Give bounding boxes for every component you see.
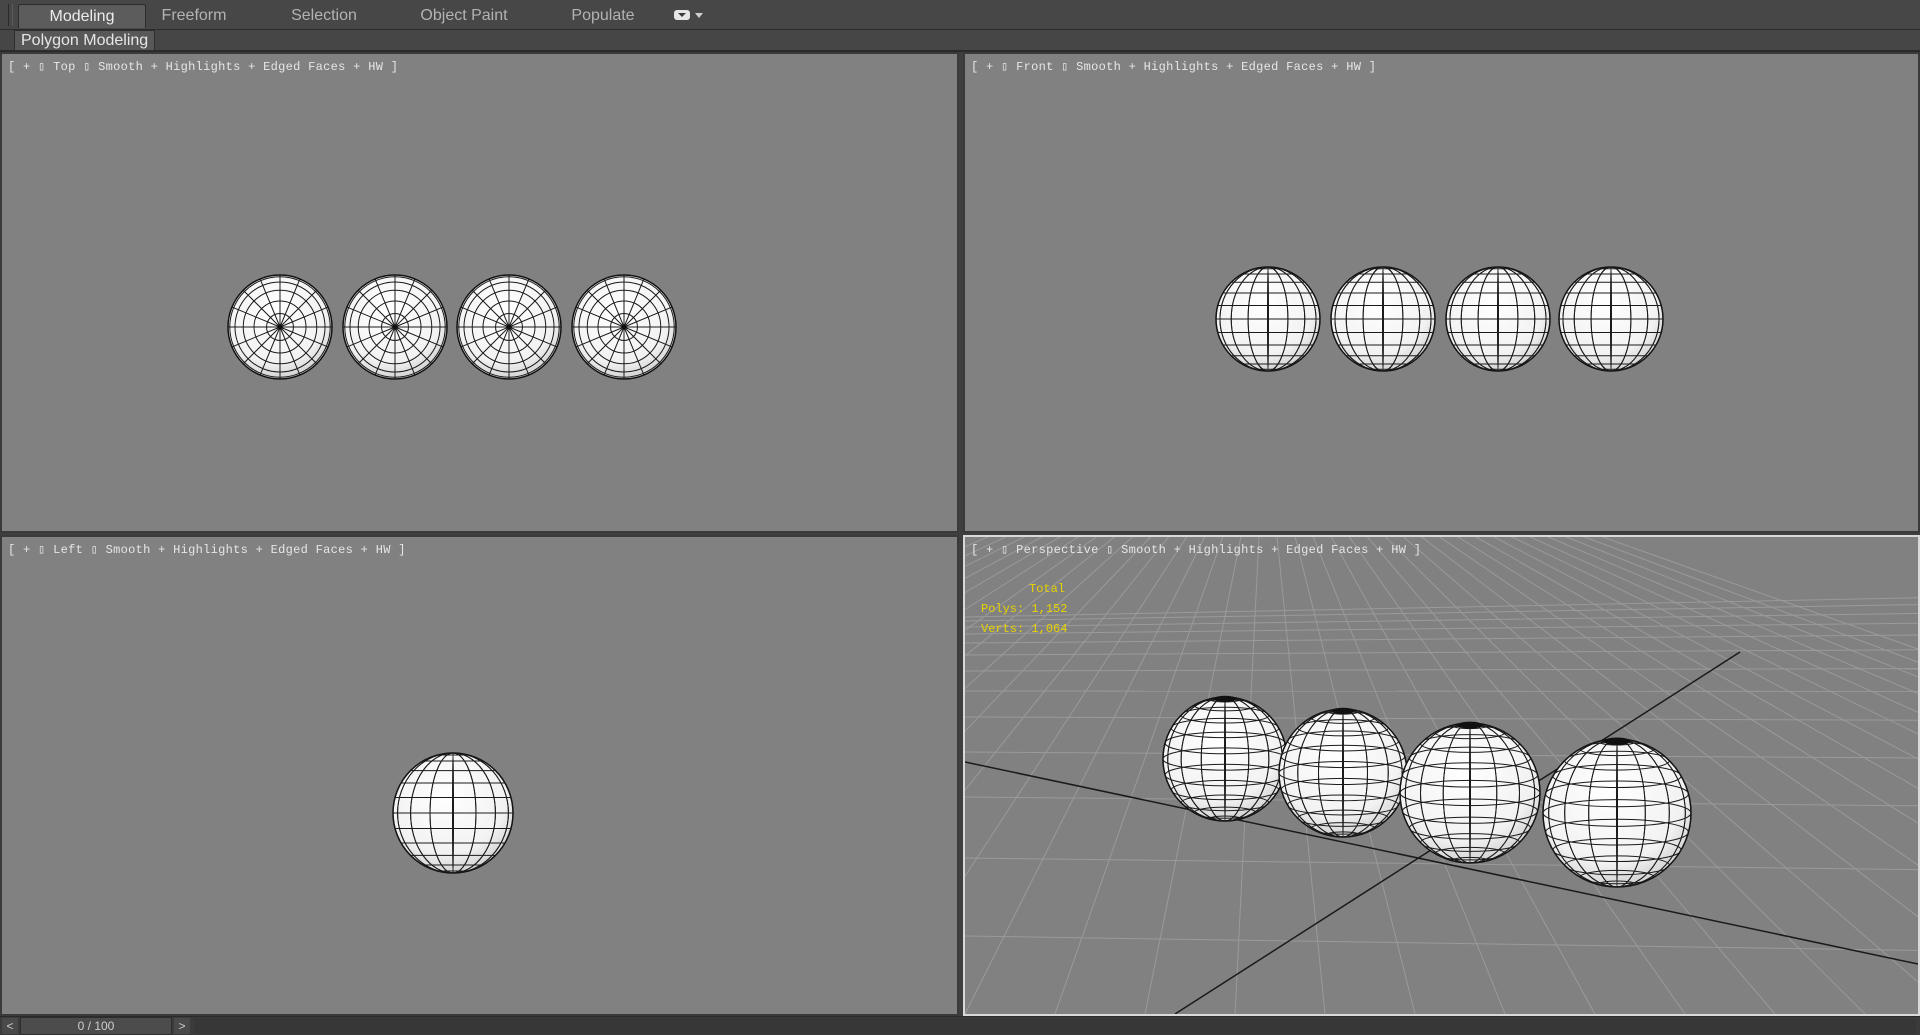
viewport-perspective-canvas[interactable] [965,537,1918,1014]
stats-verts-value: 1,064 [1031,622,1068,636]
stats-verts-label: Verts: [981,622,1025,636]
sphere-object[interactable] [1445,266,1551,372]
ribbon-grip-handle[interactable] [8,4,13,26]
ribbon-toggle-icon [674,10,690,20]
label-bracket: [ [971,543,979,557]
tab-freeform[interactable]: Freeform [150,4,238,28]
ribbon-tab-bar: Modeling Freeform Selection Object Paint… [0,0,1920,30]
viewport-menu-plus[interactable]: + [986,543,994,557]
sphere-object[interactable] [1215,266,1321,372]
stats-polys-label: Polys: [981,602,1025,616]
viewport-shading-menu[interactable]: Smooth + Highlights + Edged Faces [106,543,354,557]
tab-modeling[interactable]: Modeling [18,4,146,28]
viewport-pov-menu[interactable]: Top [53,60,76,74]
viewport-driver-menu[interactable]: HW [376,543,391,557]
label-bracket: ] [390,60,399,74]
viewport-left-canvas[interactable] [2,537,957,1014]
sphere-object[interactable] [392,752,514,874]
label-bracket: ] [1413,543,1422,557]
viewport-left[interactable]: [ + ▯ Left ▯ Smooth + Highlights + Edged… [0,535,959,1016]
viewport-pov-menu[interactable]: Left [53,543,83,557]
tab-selection[interactable]: Selection [276,4,372,28]
viewport-label: [ + ▯ Left ▯ Smooth + Highlights + Edged… [8,543,406,557]
time-slider-thumb[interactable]: 0 / 100 [20,1017,172,1035]
label-bracket: [ [8,60,16,74]
ribbon-panel: Polygon Modeling [0,30,1920,52]
stats-verts: Verts: 1,064 [981,619,1067,639]
scene-statistics: Total Polys: 1,152 Verts: 1,064 [981,579,1067,639]
time-slider-next-button[interactable]: > [174,1018,190,1034]
sphere-object[interactable] [1558,266,1664,372]
label-bracket: [ [971,60,979,74]
stats-polys-value: 1,152 [1031,602,1068,616]
polygon-modeling-panel-button[interactable]: Polygon Modeling [14,30,156,51]
tab-object-paint[interactable]: Object Paint [408,4,520,28]
time-slider-prev-button[interactable]: < [2,1018,18,1034]
sphere-object[interactable] [1278,707,1408,838]
viewport-shading-menu[interactable]: Smooth + Highlights + Edged Faces [98,60,346,74]
chevron-down-icon [695,13,703,18]
viewport-perspective[interactable]: [ + ▯ Perspective ▯ Smooth + Highlights … [963,535,1920,1016]
sphere-object[interactable] [227,274,333,380]
label-bracket: [ [8,543,16,557]
sphere-object[interactable] [1542,737,1692,888]
viewport-menu-plus[interactable]: + [23,543,31,557]
viewport-shading-menu[interactable]: Smooth + Highlights + Edged Faces [1076,60,1324,74]
viewport-front[interactable]: [ + ▯ Front ▯ Smooth + Highlights + Edge… [963,52,1920,533]
viewport-menu-plus[interactable]: + [23,60,31,74]
label-bracket: ] [1368,60,1377,74]
time-slider: < 0 / 100 > [0,1016,1920,1035]
sphere-object[interactable] [456,274,562,380]
viewport-label: [ + ▯ Front ▯ Smooth + Highlights + Edge… [971,60,1377,74]
viewport-top[interactable]: [ + ▯ Top ▯ Smooth + Highlights + Edged … [0,52,959,533]
sphere-object[interactable] [571,274,677,380]
viewport-pov-menu[interactable]: Perspective [1016,543,1099,557]
viewport-driver-menu[interactable]: HW [1346,60,1361,74]
ribbon-options-dropdown[interactable] [672,8,706,24]
sphere-object[interactable] [1162,695,1288,822]
sphere-object[interactable] [1399,721,1541,864]
viewport-menu-plus[interactable]: + [986,60,994,74]
viewport-pov-menu[interactable]: Front [1016,60,1054,74]
viewport-shading-menu[interactable]: Smooth + Highlights + Edged Faces [1121,543,1369,557]
tab-populate[interactable]: Populate [560,4,646,28]
sphere-object[interactable] [1330,266,1436,372]
viewport-label: [ + ▯ Perspective ▯ Smooth + Highlights … [971,543,1422,557]
label-bracket: ] [398,543,406,557]
sphere-object[interactable] [342,274,448,380]
stats-title: Total [1029,582,1066,596]
viewport-driver-menu[interactable]: HW [368,60,383,74]
stats-polys: Polys: 1,152 [981,599,1067,619]
time-slider-track[interactable] [194,1018,1916,1034]
viewport-driver-menu[interactable]: HW [1391,543,1406,557]
viewport-label: [ + ▯ Top ▯ Smooth + Highlights + Edged … [8,60,399,74]
viewport-top-canvas[interactable] [2,54,957,531]
viewport-front-canvas[interactable] [965,54,1918,531]
